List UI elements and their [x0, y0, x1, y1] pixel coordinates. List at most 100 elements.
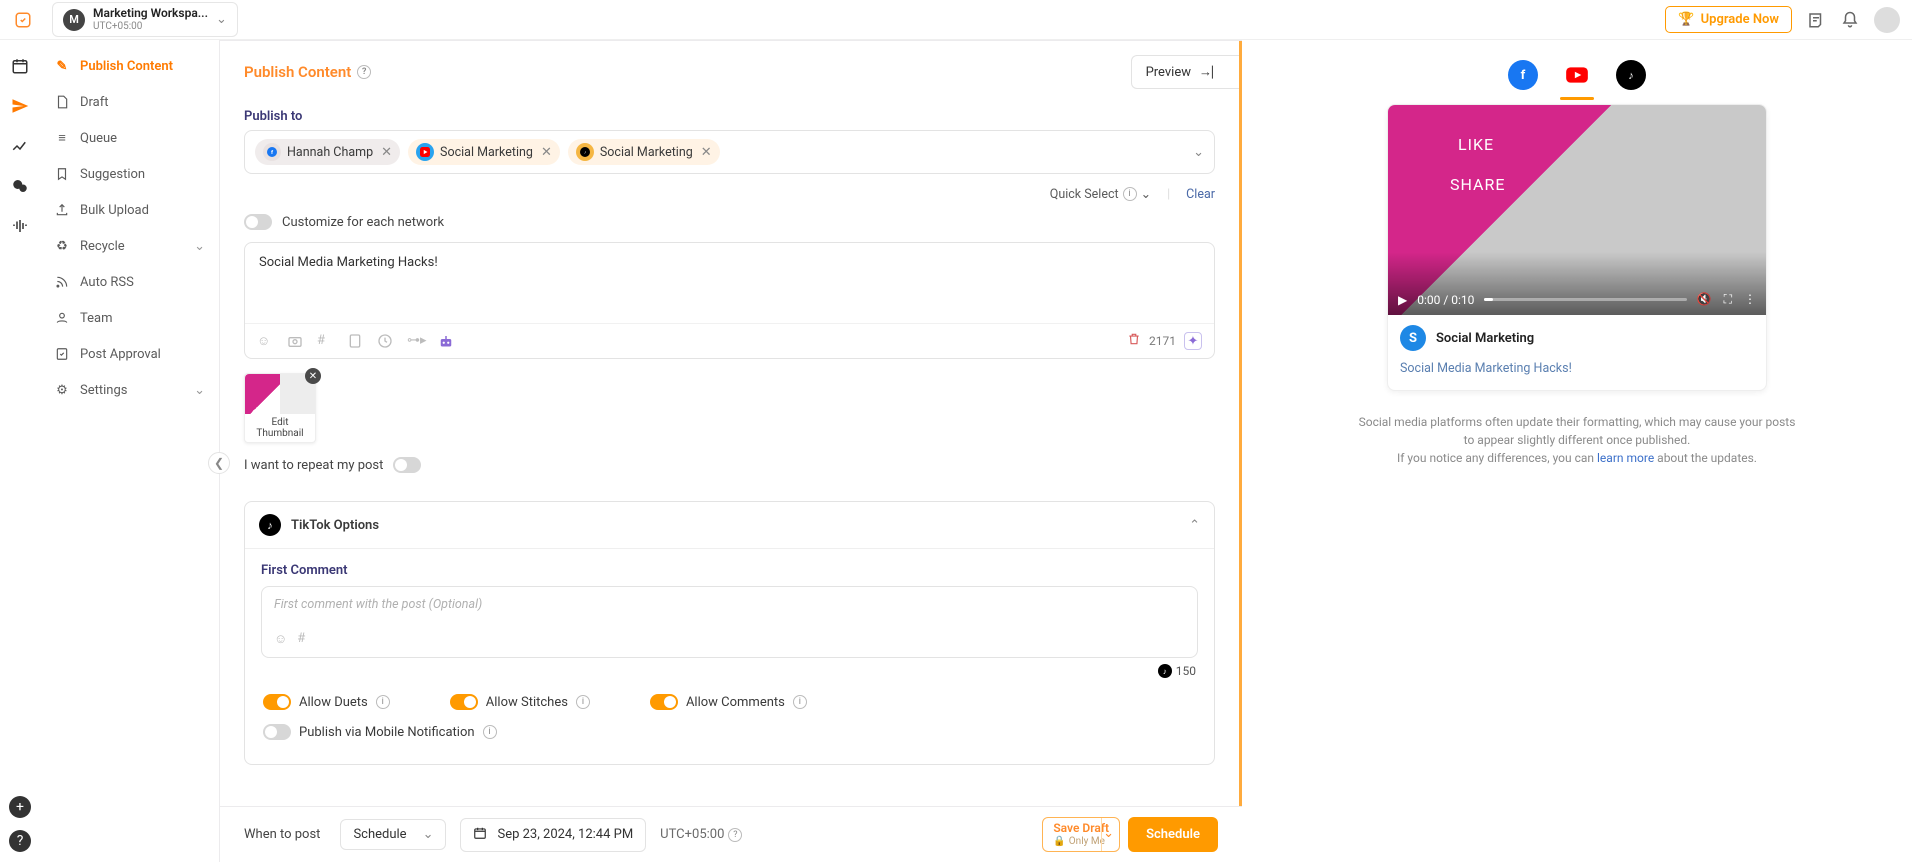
save-draft-button[interactable]: Save Draft 🔒Only Me ⌄	[1042, 817, 1120, 851]
publish-icon[interactable]	[10, 96, 30, 116]
team-icon	[54, 310, 70, 326]
inbox-icon[interactable]	[10, 176, 30, 196]
fullscreen-icon[interactable]: ⛶	[1724, 292, 1732, 307]
play-icon[interactable]: ▶	[1398, 293, 1407, 307]
link-icon[interactable]: ⊶▸	[407, 333, 423, 349]
help-button[interactable]: ?	[9, 830, 31, 852]
emoji-icon[interactable]: ☺	[257, 333, 273, 349]
preview-video[interactable]: LIKE SHARE ▶ 0:00 / 0:10 🔇 ⛶ ⋮	[1388, 105, 1766, 315]
nav-auto-rss[interactable]: Auto RSS	[40, 264, 219, 300]
account-name: Social Marketing	[600, 145, 693, 160]
calendar-icon[interactable]	[10, 56, 30, 76]
learn-more-link[interactable]: learn more	[1597, 451, 1654, 465]
nav-team[interactable]: Team	[40, 300, 219, 336]
info-icon[interactable]: i	[376, 695, 390, 709]
customize-label: Customize for each network	[282, 215, 444, 230]
preview-tab-youtube[interactable]	[1562, 60, 1592, 90]
allow-stitches-toggle[interactable]	[450, 694, 478, 710]
post-textarea[interactable]: Social Media Marketing Hacks!	[245, 243, 1214, 323]
camera-icon[interactable]	[287, 333, 303, 349]
chevron-down-icon: ⌄	[1141, 186, 1151, 202]
media-thumbnail[interactable]: ✕ Edit Thumbnail	[244, 373, 316, 443]
allow-comments-toggle[interactable]	[650, 694, 678, 710]
remove-account-button[interactable]: ✕	[541, 145, 552, 160]
clear-button[interactable]: Clear	[1186, 187, 1215, 202]
nav-recycle[interactable]: ♻Recycle⌄	[40, 228, 219, 264]
nav-queue[interactable]: ≡Queue	[40, 120, 219, 156]
first-comment-label: First Comment	[261, 563, 1198, 578]
nav-settings[interactable]: ⚙Settings⌄	[40, 372, 219, 408]
preview-toggle-button[interactable]: Preview→⎸	[1131, 55, 1239, 89]
info-icon: i	[1123, 187, 1137, 201]
first-comment-counter: 150	[1176, 664, 1196, 678]
nav-draft[interactable]: Draft	[40, 84, 219, 120]
app-logo-icon[interactable]	[12, 9, 34, 31]
svg-text:♪: ♪	[584, 151, 586, 156]
add-button[interactable]: +	[9, 796, 31, 818]
volume-icon[interactable]: 🔇	[1697, 292, 1712, 307]
hashtag-icon[interactable]: #	[317, 333, 333, 349]
allow-duets-toggle[interactable]	[263, 694, 291, 710]
workspace-timezone: UTC+05:00	[93, 21, 208, 32]
quick-select-button[interactable]: Quick Select i ⌄	[1050, 186, 1151, 202]
chevron-down-icon: ⌄	[216, 12, 227, 27]
tiktok-icon: ♪	[259, 514, 281, 536]
schedule-mode-select[interactable]: Schedule⌄	[340, 819, 446, 850]
clock-icon[interactable]	[377, 333, 393, 349]
hashtag-icon[interactable]: #	[297, 631, 305, 647]
upgrade-button[interactable]: 🏆 Upgrade Now	[1665, 6, 1792, 33]
first-comment-input[interactable]: First comment with the post (Optional) ☺…	[261, 586, 1198, 658]
help-icon[interactable]: ?	[357, 65, 371, 79]
video-progress-bar[interactable]	[1484, 298, 1686, 301]
nav-label: Recycle	[80, 239, 125, 254]
preview-card: LIKE SHARE ▶ 0:00 / 0:10 🔇 ⛶ ⋮	[1387, 104, 1767, 391]
emoji-icon[interactable]: ☺	[274, 631, 287, 647]
chevron-down-icon[interactable]: ⌄	[1193, 145, 1204, 160]
repeat-post-toggle[interactable]	[393, 457, 421, 473]
when-to-post-label: When to post	[244, 827, 320, 842]
mobile-notification-toggle[interactable]	[263, 724, 291, 740]
trash-icon[interactable]	[1127, 332, 1141, 350]
bell-icon[interactable]	[1840, 10, 1860, 30]
preview-tab-facebook[interactable]: f	[1508, 60, 1538, 90]
footer-bar: When to post Schedule⌄ Sep 23, 2024, 12:…	[220, 806, 1242, 862]
remove-account-button[interactable]: ✕	[701, 145, 712, 160]
ai-icon[interactable]	[437, 333, 453, 349]
workspace-selector[interactable]: M Marketing Workspa... UTC+05:00 ⌄	[52, 2, 238, 36]
nav-label: Auto RSS	[80, 275, 134, 290]
template-icon[interactable]	[347, 333, 363, 349]
nav-label: Team	[80, 311, 113, 326]
analytics-icon[interactable]	[10, 136, 30, 156]
nav-label: Settings	[80, 383, 127, 398]
remove-account-button[interactable]: ✕	[381, 145, 392, 160]
allow-duets-label: Allow Duets	[299, 695, 368, 710]
datetime-picker[interactable]: Sep 23, 2024, 12:44 PM	[460, 818, 646, 852]
chevron-up-icon[interactable]: ⌃	[1189, 518, 1200, 533]
info-icon[interactable]: i	[483, 725, 497, 739]
notes-icon[interactable]	[1806, 10, 1826, 30]
accounts-selector[interactable]: fHannah Champ✕ Social Marketing✕ ♪Social…	[244, 130, 1215, 174]
customize-network-toggle[interactable]	[244, 214, 272, 230]
magic-icon[interactable]: ✦	[1184, 332, 1202, 350]
user-avatar[interactable]	[1874, 7, 1900, 33]
nav-suggestion[interactable]: Suggestion	[40, 156, 219, 192]
more-icon[interactable]: ⋮	[1744, 292, 1756, 307]
nav-post-approval[interactable]: Post Approval	[40, 336, 219, 372]
chevron-down-icon[interactable]: ⌄	[1101, 818, 1115, 850]
video-time: 0:00 / 0:10	[1417, 293, 1474, 307]
help-icon[interactable]: ?	[728, 828, 742, 842]
nav-label: Suggestion	[80, 167, 145, 182]
info-icon[interactable]: i	[793, 695, 807, 709]
nav-publish-content[interactable]: ✎Publish Content	[40, 48, 219, 84]
remove-media-button[interactable]: ✕	[305, 368, 321, 384]
schedule-button[interactable]: Schedule	[1128, 817, 1218, 851]
edit-thumbnail-label: Edit Thumbnail	[245, 414, 315, 442]
bookmark-icon	[54, 166, 70, 182]
collapse-sidebar-button[interactable]: ❮	[208, 452, 230, 474]
nav-bulk-upload[interactable]: Bulk Upload	[40, 192, 219, 228]
workspace-avatar: M	[63, 9, 85, 31]
preview-tab-tiktok[interactable]: ♪	[1616, 60, 1646, 90]
info-icon[interactable]: i	[576, 695, 590, 709]
allow-stitches-label: Allow Stitches	[486, 695, 568, 710]
listening-icon[interactable]	[10, 216, 30, 236]
